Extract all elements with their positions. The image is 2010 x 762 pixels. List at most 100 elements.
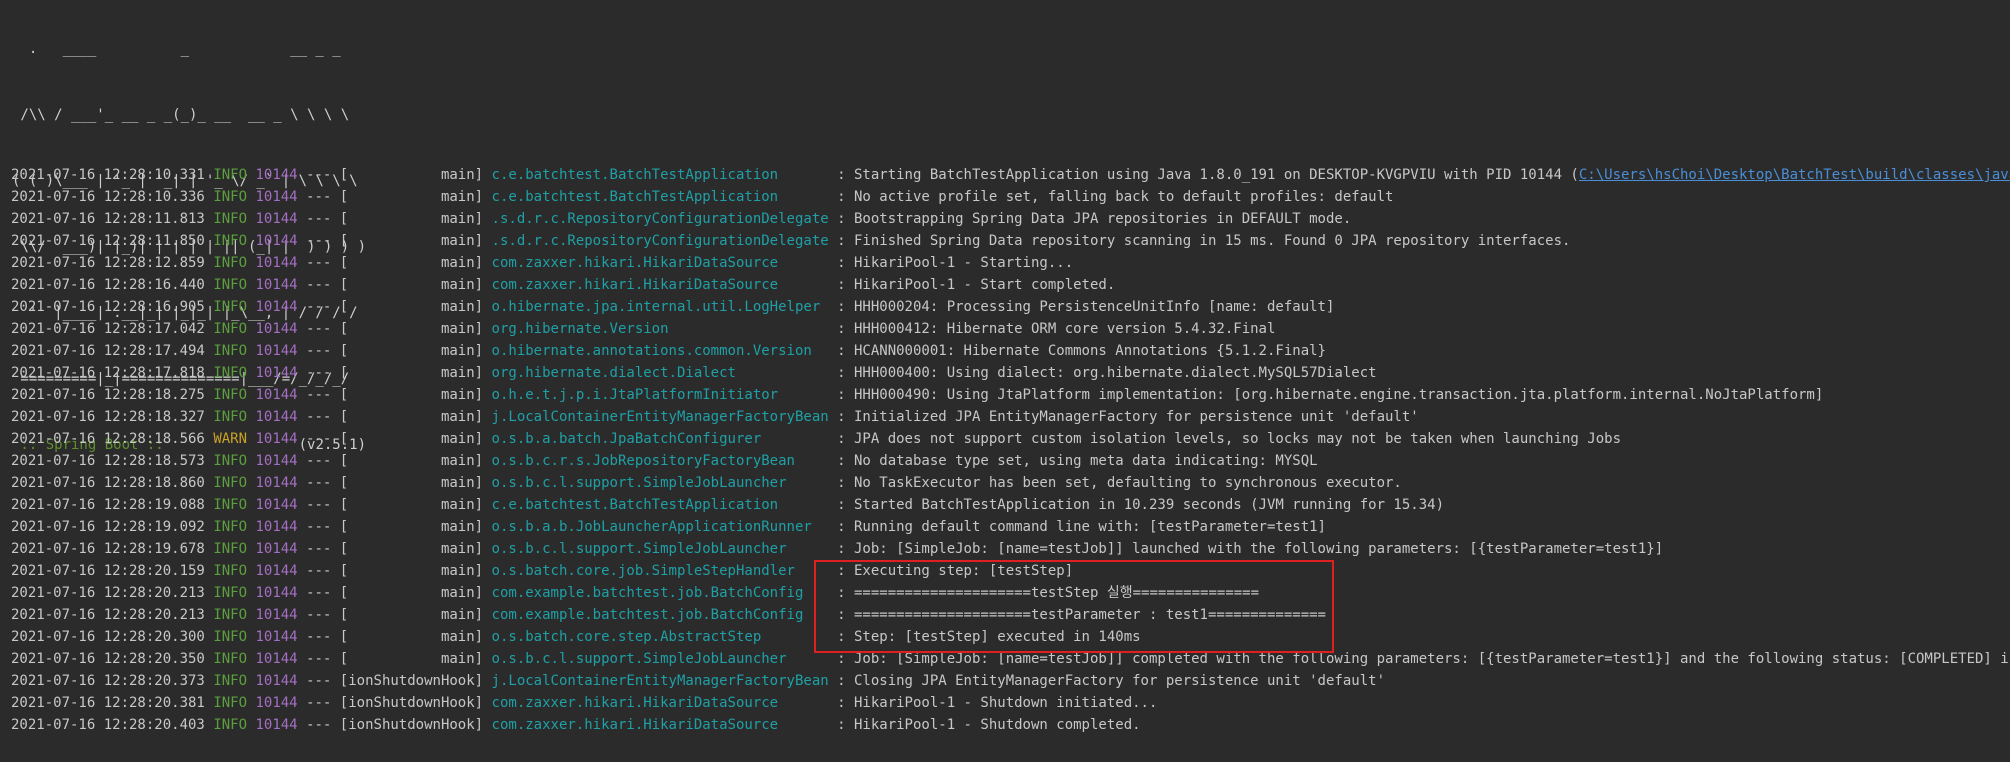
log-separator: --- [306,277,332,293]
log-timestamp: 2021-07-16 12:28:10.331 [11,167,205,183]
log-logger: c.e.batchtest.BatchTestApplication [491,497,829,513]
log-separator: --- [306,475,332,491]
log-line: 2021-07-16 12:28:12.859 INFO 10144 --- [… [11,252,2010,274]
log-message: : No TaskExecutor has been set, defaulti… [837,475,1402,491]
log-level: INFO [213,299,248,315]
log-timestamp: 2021-07-16 12:28:18.573 [11,453,205,469]
log-separator: --- [306,365,332,381]
log-thread: [ main] [339,189,484,205]
log-level: INFO [213,585,248,601]
log-message: : Closing JPA EntityManagerFactory for p… [837,673,1385,689]
log-logger: org.hibernate.Version [491,321,829,337]
log-line: 2021-07-16 12:28:20.373 INFO 10144 --- [… [11,670,2010,692]
log-line: 2021-07-16 12:28:20.159 INFO 10144 --- [… [11,560,2010,582]
log-level: INFO [213,497,248,513]
log-separator: --- [306,343,332,359]
log-separator: --- [306,651,332,667]
log-timestamp: 2021-07-16 12:28:19.678 [11,541,205,557]
log-logger: .s.d.r.c.RepositoryConfigurationDelegate [491,211,829,227]
log-separator: --- [306,409,332,425]
log-pid: 10144 [255,343,298,359]
log-thread: [ main] [339,321,484,337]
log-logger: j.LocalContainerEntityManagerFactoryBean [491,673,829,689]
log-line: 2021-07-16 12:28:20.350 INFO 10144 --- [… [11,648,2010,670]
log-logger: o.s.b.c.l.support.SimpleJobLauncher [491,651,829,667]
log-pid: 10144 [255,607,298,623]
log-pid: 10144 [255,563,298,579]
log-logger: o.s.b.a.batch.JpaBatchConfigurer [491,431,829,447]
log-timestamp: 2021-07-16 12:28:20.373 [11,673,205,689]
log-thread: [ main] [339,387,484,403]
log-separator: --- [306,233,332,249]
log-line: 2021-07-16 12:28:18.860 INFO 10144 --- [… [11,472,2010,494]
log-thread: [ main] [339,277,484,293]
log-level: INFO [213,277,248,293]
log-message: : HHH000204: Processing PersistenceUnitI… [837,299,1335,315]
log-timestamp: 2021-07-16 12:28:19.088 [11,497,205,513]
log-level: INFO [213,651,248,667]
log-thread: [ main] [339,519,484,535]
log-level: INFO [213,167,248,183]
log-message: : No database type set, using meta data … [837,453,1318,469]
log-separator: --- [306,585,332,601]
log-logger: com.zaxxer.hikari.HikariDataSource [491,695,829,711]
log-pid: 10144 [255,519,298,535]
log-separator: --- [306,673,332,689]
log-logger: o.h.e.t.j.p.i.JtaPlatformInitiator [491,387,829,403]
log-message: : HHH000490: Using JtaPlatform implement… [837,387,1824,403]
log-separator: --- [306,167,332,183]
log-level: INFO [213,409,248,425]
log-timestamp: 2021-07-16 12:28:16.905 [11,299,205,315]
log-pid: 10144 [255,673,298,689]
log-line: 2021-07-16 12:28:10.336 INFO 10144 --- [… [11,186,2010,208]
log-thread: [ main] [339,233,484,249]
log-line: 2021-07-16 12:28:17.042 INFO 10144 --- [… [11,318,2010,340]
log-line: 2021-07-16 12:28:11.850 INFO 10144 --- [… [11,230,2010,252]
log-separator: --- [306,563,332,579]
log-level: INFO [213,717,248,733]
console-output[interactable]: . ____ _ __ _ _ /\\ / ___'_ __ _ _(_)_ _… [0,0,2010,762]
log-timestamp: 2021-07-16 12:28:17.818 [11,365,205,381]
log-pid: 10144 [255,387,298,403]
log-message: : Step: [testStep] executed in 140ms [837,629,1141,645]
log-separator: --- [306,717,332,733]
log-timestamp: 2021-07-16 12:28:11.850 [11,233,205,249]
log-message: : =====================testStep 실행======… [837,585,1260,601]
log-timestamp: 2021-07-16 12:28:17.042 [11,321,205,337]
log-pid: 10144 [255,167,298,183]
log-thread: [ main] [339,475,484,491]
log-timestamp: 2021-07-16 12:28:10.336 [11,189,205,205]
log-separator: --- [306,541,332,557]
log-line: 2021-07-16 12:28:17.818 INFO 10144 --- [… [11,362,2010,384]
log-message: : Finished Spring Data repository scanni… [837,233,1571,249]
log-file-link[interactable]: C:\Users\hsChoi\Desktop\BatchTest\build\… [1579,167,2010,183]
log-message: : JPA does not support custom isolation … [837,431,1621,447]
log-line: 2021-07-16 12:28:20.300 INFO 10144 --- [… [11,626,2010,648]
log-separator: --- [306,607,332,623]
log-logger: o.s.b.c.l.support.SimpleJobLauncher [491,475,829,491]
log-logger: com.example.batchtest.job.BatchConfig [491,585,829,601]
log-timestamp: 2021-07-16 12:28:20.213 [11,607,205,623]
log-level: INFO [213,541,248,557]
log-line: 2021-07-16 12:28:18.566 WARN 10144 --- [… [11,428,2010,450]
log-pid: 10144 [255,211,298,227]
log-thread: [ main] [339,299,484,315]
log-line: 2021-07-16 12:28:20.213 INFO 10144 --- [… [11,582,2010,604]
log-timestamp: 2021-07-16 12:28:18.275 [11,387,205,403]
log-line: 2021-07-16 12:28:19.092 INFO 10144 --- [… [11,516,2010,538]
log-timestamp: 2021-07-16 12:28:20.300 [11,629,205,645]
log-pid: 10144 [255,651,298,667]
log-timestamp: 2021-07-16 12:28:17.494 [11,343,205,359]
log-level: INFO [213,211,248,227]
log-logger: o.s.batch.core.step.AbstractStep [491,629,829,645]
log-message: : HikariPool-1 - Start completed. [837,277,1116,293]
log-timestamp: 2021-07-16 12:28:20.159 [11,563,205,579]
log-thread: [ main] [339,651,484,667]
log-separator: --- [306,453,332,469]
log-separator: --- [306,695,332,711]
log-message: : No active profile set, falling back to… [837,189,1394,205]
log-logger: com.zaxxer.hikari.HikariDataSource [491,277,829,293]
log-pid: 10144 [255,299,298,315]
log-timestamp: 2021-07-16 12:28:18.860 [11,475,205,491]
log-level: INFO [213,629,248,645]
